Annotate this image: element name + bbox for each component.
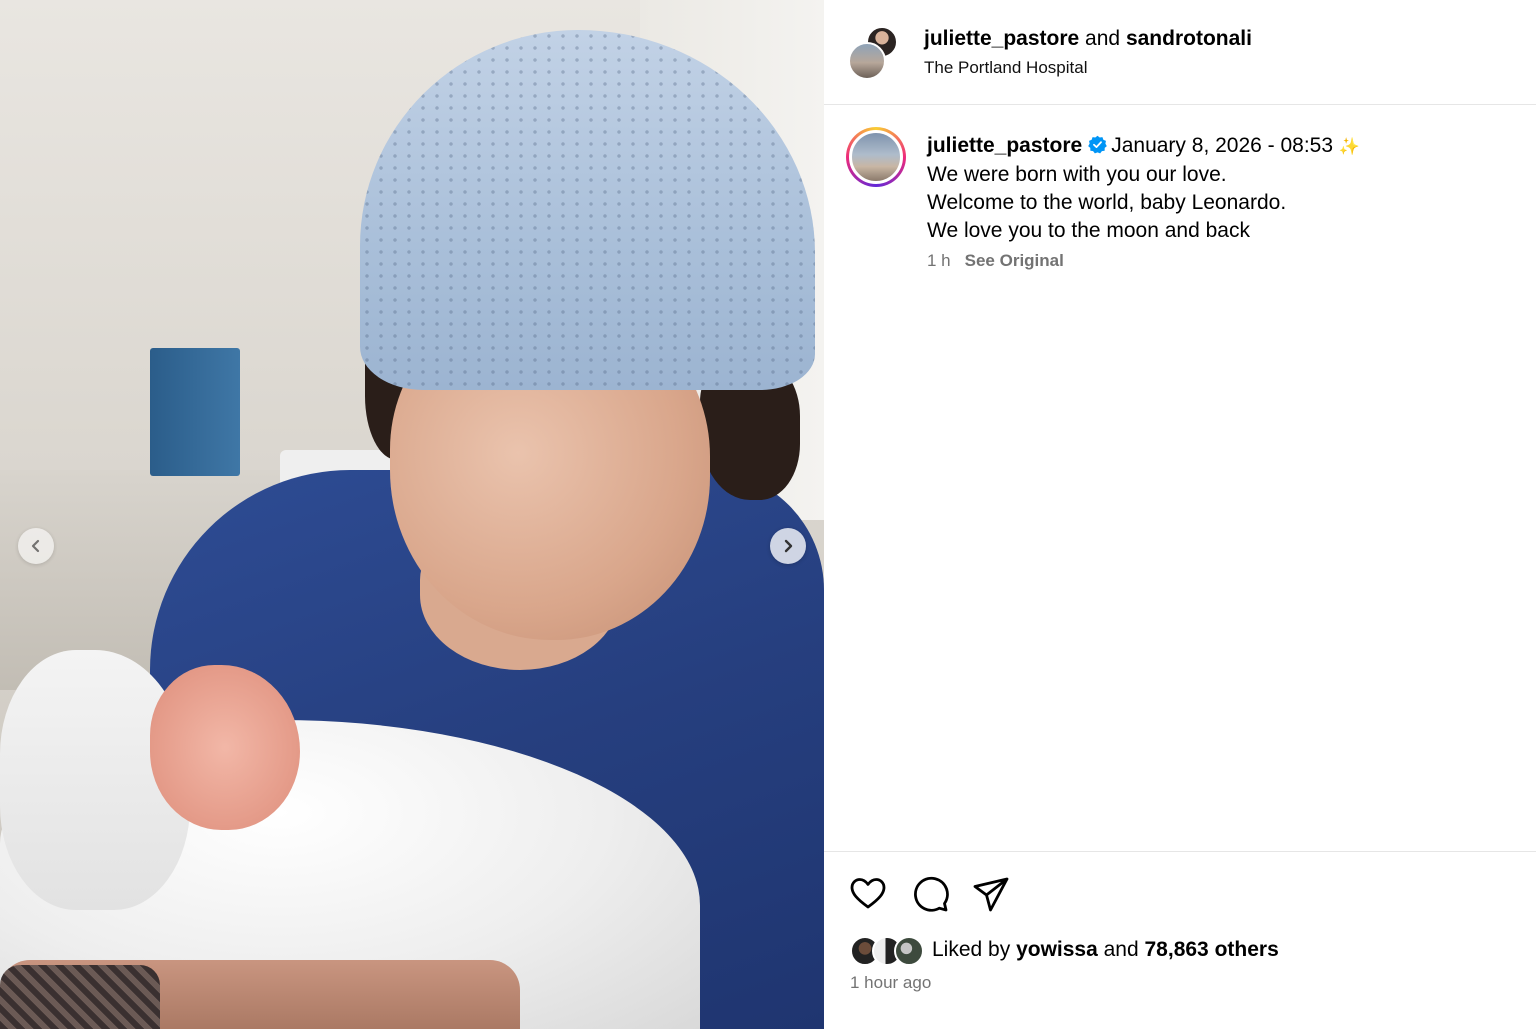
header-user-link[interactable]: juliette_pastore [924,27,1079,50]
collab-avatars[interactable] [848,26,900,80]
caption-first-line: juliette_pastore January 8, 2026 - 08:53… [927,132,1360,161]
liked-by-prefix: Liked by [932,938,1017,961]
share-icon[interactable] [971,874,1011,914]
photo-blue-box [150,348,240,476]
caption-username[interactable]: juliette_pastore [927,134,1082,157]
location-link[interactable]: The Portland Hospital [924,58,1087,78]
see-original-button[interactable]: See Original [965,251,1064,270]
likes-count-link[interactable]: 78,863 others [1145,938,1279,961]
caption-line: We were born with you our love. [927,163,1227,186]
liked-by-text: Liked by yowissa and 78,863 others [932,938,1279,962]
caption-meta: 1 h See Original [927,251,1064,271]
caption-line: Welcome to the world, baby Leonardo. [927,191,1287,214]
liked-by-avatars[interactable] [850,936,928,966]
post-details-panel: juliette_pastore and sandrotonali The Po… [824,0,1536,1029]
chevron-left-icon [31,539,40,553]
chevron-right-icon [784,539,793,553]
header-connector: and [1079,27,1126,50]
caption-line: We love you to the moon and back [927,219,1250,242]
liked-by-user[interactable]: yowissa [1016,938,1098,961]
carousel-prev-button[interactable] [18,528,54,564]
caption-text: juliette_pastore January 8, 2026 - 08:53… [927,132,1360,245]
caption-age: 1 h [927,251,951,270]
avatar [849,130,903,184]
photo-tattoo [0,965,160,1029]
avatar [894,936,924,966]
heart-icon[interactable] [848,874,888,914]
post-actions: Liked by yowissa and 78,863 others 1 hou… [824,851,1536,1029]
carousel-next-button[interactable] [770,528,806,564]
caption-datetime: January 8, 2026 - 08:53 [1111,134,1334,157]
header-user-link[interactable]: sandrotonali [1126,27,1252,50]
liked-by-middle: and [1097,938,1145,961]
post-header: juliette_pastore and sandrotonali The Po… [824,0,1536,105]
avatar [848,42,886,80]
header-usernames: juliette_pastore and sandrotonali [924,27,1252,51]
sparkle-emoji: ✨ [1338,137,1361,156]
caption-avatar[interactable] [846,127,906,187]
post-media[interactable] [0,0,824,1029]
comment-icon[interactable] [910,874,950,914]
post-timestamp[interactable]: 1 hour ago [850,973,931,993]
verified-badge-icon [1088,135,1108,154]
